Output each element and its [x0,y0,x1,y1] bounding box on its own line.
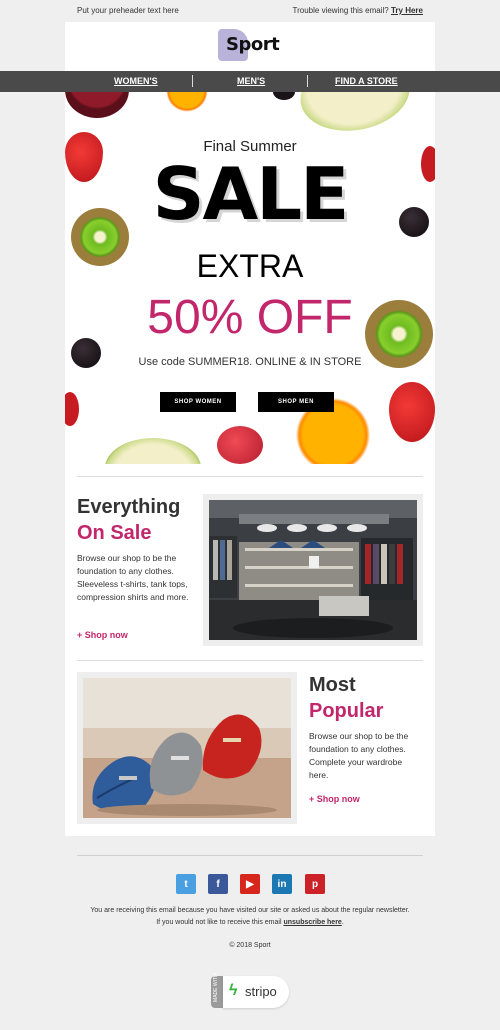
stripo-badge[interactable]: MADE WITH ϟ stripo [211,973,289,1008]
section-title: Most [309,674,356,696]
nav-womens-link[interactable]: WOMEN'S [114,76,158,86]
hero-sale-heading: SALE [152,152,350,236]
section-body: Browse our shop to be the foundation to … [77,553,189,602]
blueberry-decoration [273,92,295,100]
stripo-wordmark: stripo [245,984,277,999]
try-here-link[interactable]: Try Here [391,6,423,15]
nav-mens-link[interactable]: MEN'S [237,76,265,86]
clothing-store-photo [209,500,417,640]
linkedin-icon[interactable]: in [272,874,292,894]
clothing-store-image[interactable] [203,494,423,646]
section-divider [77,476,423,477]
strawberry-decoration [65,392,79,426]
facebook-icon[interactable]: f [208,874,228,894]
footer-notice: You are receiving this email because you… [90,907,410,914]
footer-unsubscribe-line: If you would not like to receive this em… [0,919,500,926]
hero-banner: Final Summer SALE EXTRA 50% OFF Use code… [65,92,435,464]
header: Sport [65,22,435,71]
unsubscribe-prefix: If you would not like to receive this em… [156,919,282,926]
shop-now-link[interactable]: + Shop now [77,630,128,640]
main-nav: WOMEN'S MEN'S FIND A STORE [0,71,500,92]
stripo-badge-body: ϟ stripo [223,976,289,1008]
shoes-photo [83,678,291,818]
section-subtitle: Popular [309,700,384,722]
orange-slice-decoration [165,92,209,112]
section-body: Browse our shop to be the foundation to … [309,731,409,780]
section-title: Everything [77,496,181,518]
footer-divider [77,855,423,856]
logo-text: Sport [226,34,280,55]
section-divider [77,660,423,661]
watermelon-decoration [65,92,129,118]
preheader-text: Put your preheader text here [77,6,179,15]
raspberry-decoration [217,426,263,464]
stripo-made-with: MADE WITH [213,973,219,1002]
shoes-image[interactable] [77,672,297,824]
footer-copyright: © 2018 Sport [229,942,271,949]
nav-divider [307,75,308,87]
nav-find-store-link[interactable]: FIND A STORE [335,76,398,86]
stripo-logo-icon: ϟ [229,982,238,999]
nav-divider [192,75,193,87]
section-subtitle: On Sale [77,522,152,544]
strawberry-decoration [389,382,435,442]
melon-slice-decoration [294,92,416,140]
preheader-bar: Put your preheader text here Trouble vie… [65,0,435,22]
hero-promo-code: Use code SUMMER18. ONLINE & IN STORE [138,356,362,368]
melon-slice-decoration [105,438,201,464]
stripo-badge-side: MADE WITH [211,973,223,1008]
shop-now-link[interactable]: + Shop now [309,794,360,804]
youtube-icon[interactable]: ▶ [240,874,260,894]
shop-women-button[interactable]: SHOP WOMEN [160,392,236,412]
section-everything-on-sale: Everything On Sale Browse our shop to be… [65,464,435,660]
trouble-viewing-label: Trouble viewing this email? [292,6,389,15]
shop-men-button[interactable]: SHOP MEN [258,392,334,412]
hero-discount-heading: 50% OFF [147,291,353,344]
section-most-popular: Most Popular Browse our shop to be the f… [65,660,435,836]
twitter-icon[interactable]: t [176,874,196,894]
pinterest-icon[interactable]: p [305,874,325,894]
hero-extra-heading: EXTRA [196,248,304,284]
sport-logo[interactable]: Sport [218,29,284,61]
unsubscribe-link[interactable]: unsubscribe here [283,919,341,926]
unsubscribe-suffix: . [341,919,344,926]
trouble-viewing-text: Trouble viewing this email? Try Here [293,6,423,15]
